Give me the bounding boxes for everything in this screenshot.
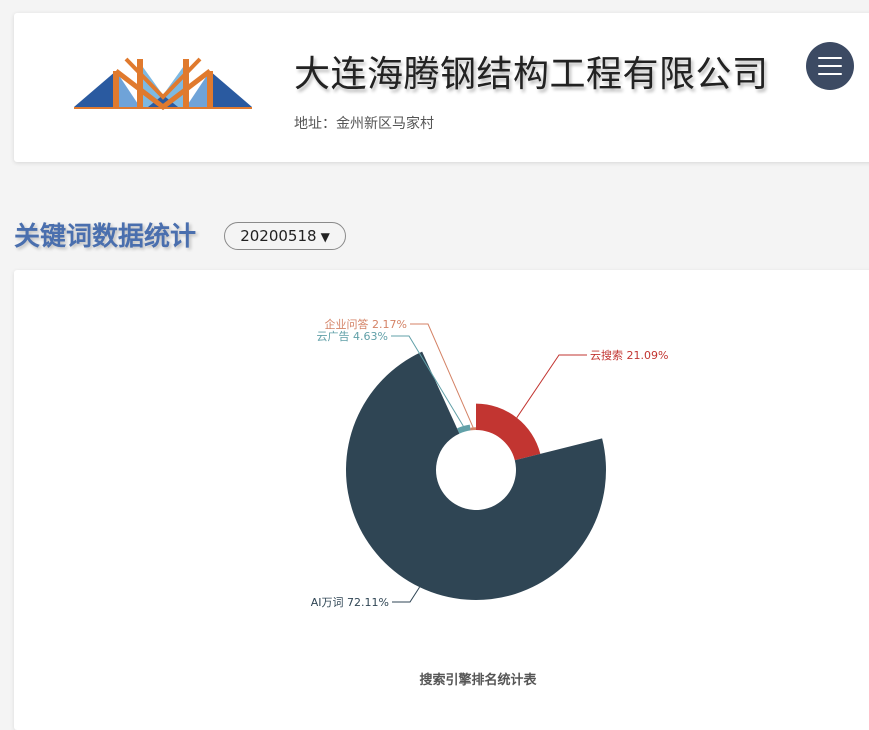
company-logo [74, 57, 252, 111]
menu-button[interactable] [806, 42, 854, 90]
header-card: 大连海腾钢结构工程有限公司 地址：金州新区马家村 [14, 13, 869, 162]
chevron-down-icon: ▼ [320, 230, 330, 244]
chart-card: 云搜索 21.09% AI万词 72.11% 云广告 4.63% 企业问答 2.17%… [14, 270, 869, 730]
company-address: 地址：金州新区马家村 [294, 116, 434, 132]
pie-slice-1[interactable] [476, 403, 541, 461]
pie-label-3: 云广告 4.63% [317, 330, 388, 343]
pie-slice-4[interactable] [470, 427, 476, 431]
date-select[interactable]: 20200518 ▼ [224, 222, 346, 250]
pie-label-4: 企业问答 2.17% [325, 317, 407, 331]
company-name: 大连海腾钢结构工程有限公司 [294, 54, 769, 95]
pie-chart: 云搜索 21.09% AI万词 72.11% 云广告 4.63%企业问答 2.17% [311, 317, 669, 609]
pie-leader-line-2 [392, 586, 420, 603]
section-title: 关键词数据统计 [14, 222, 197, 252]
date-select-value: 20200518 [240, 227, 317, 245]
pie-label-1: 云搜索 21.09% [590, 348, 668, 362]
pie-slice-2[interactable] [345, 351, 606, 600]
pie-leader-line-1 [516, 354, 587, 418]
hamburger-menu-icon-line [818, 73, 842, 75]
pie-slice-3[interactable] [457, 424, 471, 434]
chart-title: 搜索引擎排名统计表 [419, 673, 537, 688]
hamburger-menu-icon-line [818, 65, 842, 67]
pie-label-2: AI万词 72.11% [311, 596, 389, 609]
hamburger-menu-icon [818, 57, 842, 59]
